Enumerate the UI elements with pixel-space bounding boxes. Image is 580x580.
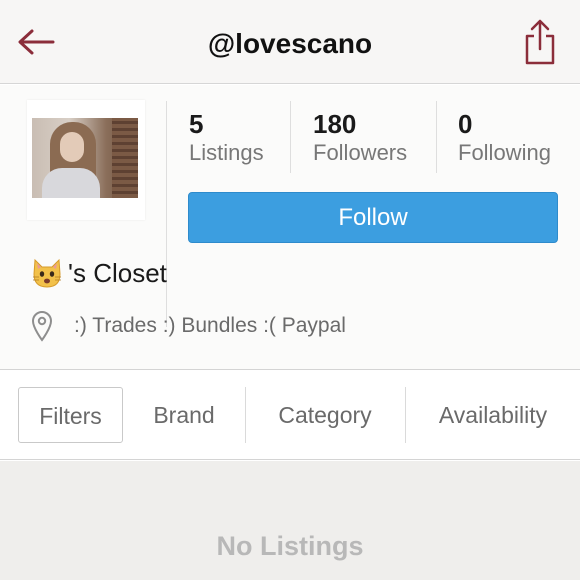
empty-state-text: No Listings [216, 531, 364, 561]
stat-value: 180 [313, 109, 357, 139]
profile-section: 5 Listings 180 Followers 0 Following Fol… [0, 85, 580, 370]
divider [290, 101, 291, 173]
listings-area: No Listings [0, 461, 580, 580]
stat-following[interactable]: 0 Following [458, 109, 568, 173]
map-pin-icon [31, 311, 53, 342]
stat-label: Listings [189, 140, 264, 165]
cat-face-emoji-icon [33, 258, 61, 288]
stat-listings[interactable]: 5 Listings [189, 109, 289, 173]
share-button[interactable] [520, 16, 560, 68]
follow-button[interactable]: Follow [188, 192, 558, 243]
back-button[interactable] [14, 22, 58, 62]
filters-button[interactable]: Filters [18, 387, 123, 443]
divider [166, 101, 167, 327]
bio-row: :) Trades :) Bundles :( Paypal [30, 310, 346, 342]
availability-filter[interactable]: Availability [406, 387, 580, 443]
top-nav-bar: @lovescano [0, 0, 580, 84]
avatar[interactable] [27, 100, 145, 220]
share-icon [525, 19, 555, 65]
stat-label: Followers [313, 140, 408, 165]
bio-text: :) Trades :) Bundles :( Paypal [74, 314, 346, 337]
stat-label: Following [458, 140, 551, 165]
stat-value: 0 [458, 109, 473, 139]
avatar-photo [32, 118, 138, 198]
stat-value: 5 [189, 109, 204, 139]
closet-name-text: 's Closet [68, 257, 167, 288]
brand-filter[interactable]: Brand [124, 387, 244, 443]
category-filter[interactable]: Category [245, 387, 405, 443]
filter-bar: Filters Brand Category Availability [0, 371, 580, 460]
divider [436, 101, 437, 173]
arrow-left-icon [18, 29, 55, 55]
stat-followers[interactable]: 180 Followers [313, 109, 433, 173]
page-title: @lovescano [207, 28, 373, 59]
closet-title: 's Closet [30, 255, 167, 291]
